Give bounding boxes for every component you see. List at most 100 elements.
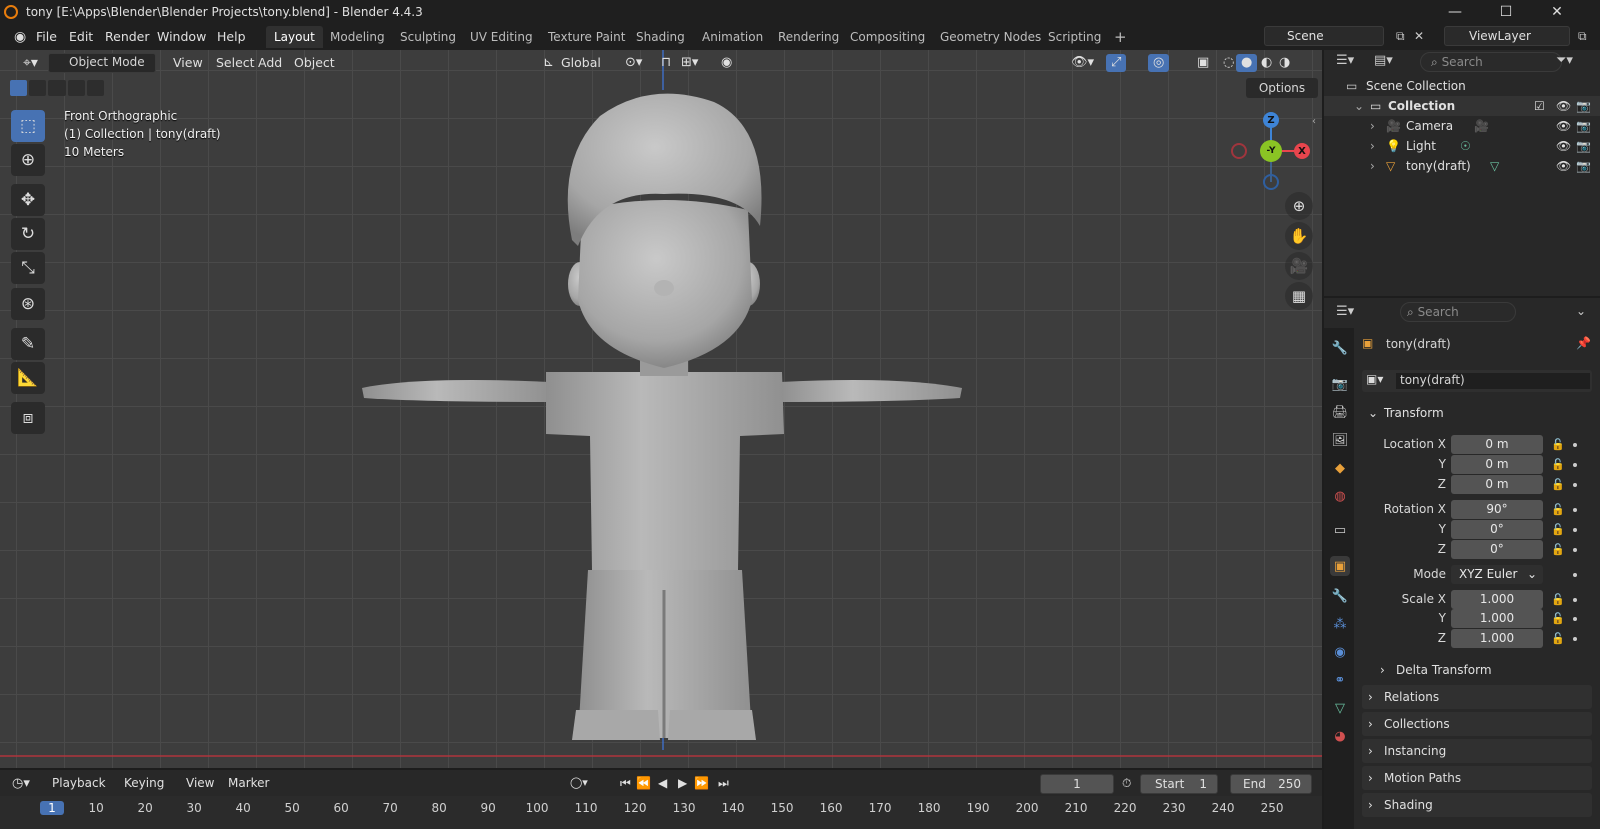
motion-paths-panel-header[interactable]: › Motion Paths (1362, 766, 1592, 790)
new-scene-icon[interactable]: ⧉ (1396, 29, 1405, 44)
scale-y-field[interactable]: 1.000 (1451, 609, 1543, 628)
pin-icon[interactable]: 📌 (1576, 336, 1591, 350)
keyframe-dot-icon[interactable] (1573, 483, 1577, 487)
lock-icon[interactable]: 🔓 (1551, 632, 1565, 645)
mesh-data-icon[interactable]: ▽ (1490, 156, 1499, 176)
location-x-field[interactable]: 0 m (1451, 435, 1543, 454)
menu-playback[interactable]: Playback (52, 776, 106, 790)
current-frame-field[interactable]: 1 (1040, 774, 1114, 794)
lock-icon[interactable]: 🔓 (1551, 458, 1565, 471)
lock-icon[interactable]: 🔓 (1551, 438, 1565, 451)
properties-search[interactable]: ⌕ Search (1400, 302, 1516, 322)
close-button[interactable]: ✕ (1534, 0, 1580, 24)
keyframe-dot-icon[interactable] (1573, 637, 1577, 641)
select-intersect-icon[interactable] (86, 80, 105, 96)
tab-texture-paint[interactable]: Texture Paint (540, 26, 633, 48)
solid-shading-icon[interactable]: ● (1236, 54, 1258, 72)
menu-marker[interactable]: Marker (228, 776, 269, 790)
add-workspace-button[interactable]: + (1106, 26, 1135, 48)
minimize-button[interactable]: — (1432, 0, 1478, 24)
stopwatch-icon[interactable]: ⏱ (1122, 776, 1131, 791)
tab-geometry-nodes[interactable]: Geometry Nodes (932, 26, 1049, 48)
keyframe-dot-icon[interactable] (1573, 598, 1577, 602)
xray-icon[interactable]: ▣ (1192, 54, 1214, 72)
menu-window[interactable]: Window (151, 28, 212, 46)
menu-view[interactable]: View (168, 54, 208, 72)
pan-hand-icon[interactable]: ✋ (1285, 222, 1313, 250)
menu-timeline-view[interactable]: View (186, 776, 214, 790)
rotation-mode-dropdown[interactable]: XYZ Euler ⌄ (1451, 565, 1543, 584)
editor-type-icon[interactable]: ⌖▾ (18, 54, 43, 72)
relations-panel-header[interactable]: › Relations (1362, 685, 1592, 709)
menu-add[interactable]: Add (253, 54, 287, 72)
play-icon[interactable]: ▶ (678, 776, 687, 790)
next-keyframe-icon[interactable]: ⏩ (694, 776, 709, 790)
menu-edit[interactable]: Edit (63, 28, 99, 46)
output-tab-icon[interactable]: 🖨 (1330, 402, 1350, 422)
view-layer-selector[interactable]: ViewLayer (1444, 26, 1570, 46)
jump-end-icon[interactable]: ⏭ (718, 776, 729, 791)
lock-icon[interactable]: 🔓 (1551, 478, 1565, 491)
menu-render[interactable]: Render (99, 28, 156, 46)
cursor-tool[interactable]: ⊕ (11, 144, 45, 176)
visibility-eye-icon[interactable]: 👁 (1556, 136, 1571, 156)
tab-animation[interactable]: Animation (694, 26, 771, 48)
prev-keyframe-icon[interactable]: ⏪ (636, 776, 651, 790)
lock-icon[interactable]: 🔓 (1551, 593, 1565, 606)
location-z-field[interactable]: 0 m (1451, 475, 1543, 494)
scale-tool[interactable]: ⤡ (11, 252, 45, 284)
tab-uv-editing[interactable]: UV Editing (462, 26, 541, 48)
expand-collection-icon[interactable]: ⌄ (1354, 96, 1364, 116)
chevron-down-icon[interactable]: ⌄ (1576, 304, 1586, 318)
object-datablock-field[interactable]: ▣▾ tony(draft) (1362, 370, 1592, 392)
keyframe-dot-icon[interactable] (1573, 548, 1577, 552)
blender-menu-icon[interactable]: ◉ (8, 28, 32, 46)
transform-orientation[interactable]: Global (556, 54, 606, 72)
expand-icon[interactable]: › (1370, 116, 1375, 136)
outliner-search[interactable]: ⌕ Search (1420, 52, 1562, 72)
visibility-icon[interactable]: 👁▾ (1066, 54, 1099, 72)
scale-x-field[interactable]: 1.000 (1451, 590, 1543, 609)
scale-z-field[interactable]: 1.000 (1451, 629, 1543, 648)
menu-keying[interactable]: Keying (124, 776, 164, 790)
include-checkbox-icon[interactable]: ☑ (1534, 96, 1545, 116)
transform-tool[interactable]: ⊛ (11, 288, 45, 320)
end-frame-field[interactable]: End 250 (1230, 774, 1312, 794)
keyframe-dot-icon[interactable] (1573, 443, 1577, 447)
render-tab-icon[interactable]: 📷 (1330, 374, 1350, 394)
outliner-editor-icon[interactable]: ☰▾ (1336, 53, 1354, 68)
tab-layout[interactable]: Layout (266, 26, 323, 48)
transform-panel-header[interactable]: ⌄ Transform (1362, 401, 1592, 425)
add-cube-tool[interactable]: ⧈ (11, 402, 45, 434)
visibility-eye-icon[interactable]: 👁 (1556, 116, 1571, 136)
display-mode-icon[interactable]: ▤▾ (1374, 53, 1393, 68)
select-box-tool[interactable]: ⬚ (11, 110, 45, 142)
rotation-y-field[interactable]: 0° (1451, 520, 1543, 539)
select-extend-icon[interactable] (29, 80, 47, 96)
world-tab-icon[interactable]: ◍ (1330, 486, 1350, 506)
camera-view-icon[interactable]: 🎥 (1285, 252, 1313, 280)
menu-file[interactable]: File (30, 28, 63, 46)
delete-scene-icon[interactable]: ✕ (1414, 29, 1424, 43)
tab-scripting[interactable]: Scripting (1040, 26, 1109, 48)
lock-icon[interactable]: 🔓 (1551, 523, 1565, 536)
annotate-tool[interactable]: ✎ (11, 328, 45, 360)
keyframe-dot-icon[interactable] (1573, 508, 1577, 512)
light-data-icon[interactable]: ☉ (1460, 136, 1471, 156)
measure-tool[interactable]: 📐 (11, 362, 45, 394)
collection-tab-icon[interactable]: ▭ (1330, 520, 1350, 540)
gizmo-toggle-icon[interactable]: ⤢ (1106, 54, 1127, 72)
outliner-collection[interactable]: ⌄ ▭ Collection ☑ 👁 📷 (1324, 96, 1600, 116)
select-subtract-icon[interactable] (48, 80, 66, 96)
outliner-scene-collection[interactable]: ▭ Scene Collection (1324, 76, 1600, 96)
snap-target-icon[interactable]: ⊞▾ (676, 54, 703, 72)
timeline-editor-icon[interactable]: ◷▾ (12, 776, 30, 791)
visibility-eye-icon[interactable]: 👁 (1556, 96, 1571, 116)
gizmo-neg-z-axis[interactable] (1263, 174, 1279, 190)
options-button[interactable]: Options (1246, 78, 1318, 98)
select-invert-icon[interactable] (67, 80, 85, 96)
menu-object[interactable]: Object (289, 54, 340, 72)
menu-help[interactable]: Help (211, 28, 252, 46)
expand-icon[interactable]: › (1370, 136, 1375, 156)
jump-start-icon[interactable]: ⏮ (620, 776, 631, 791)
